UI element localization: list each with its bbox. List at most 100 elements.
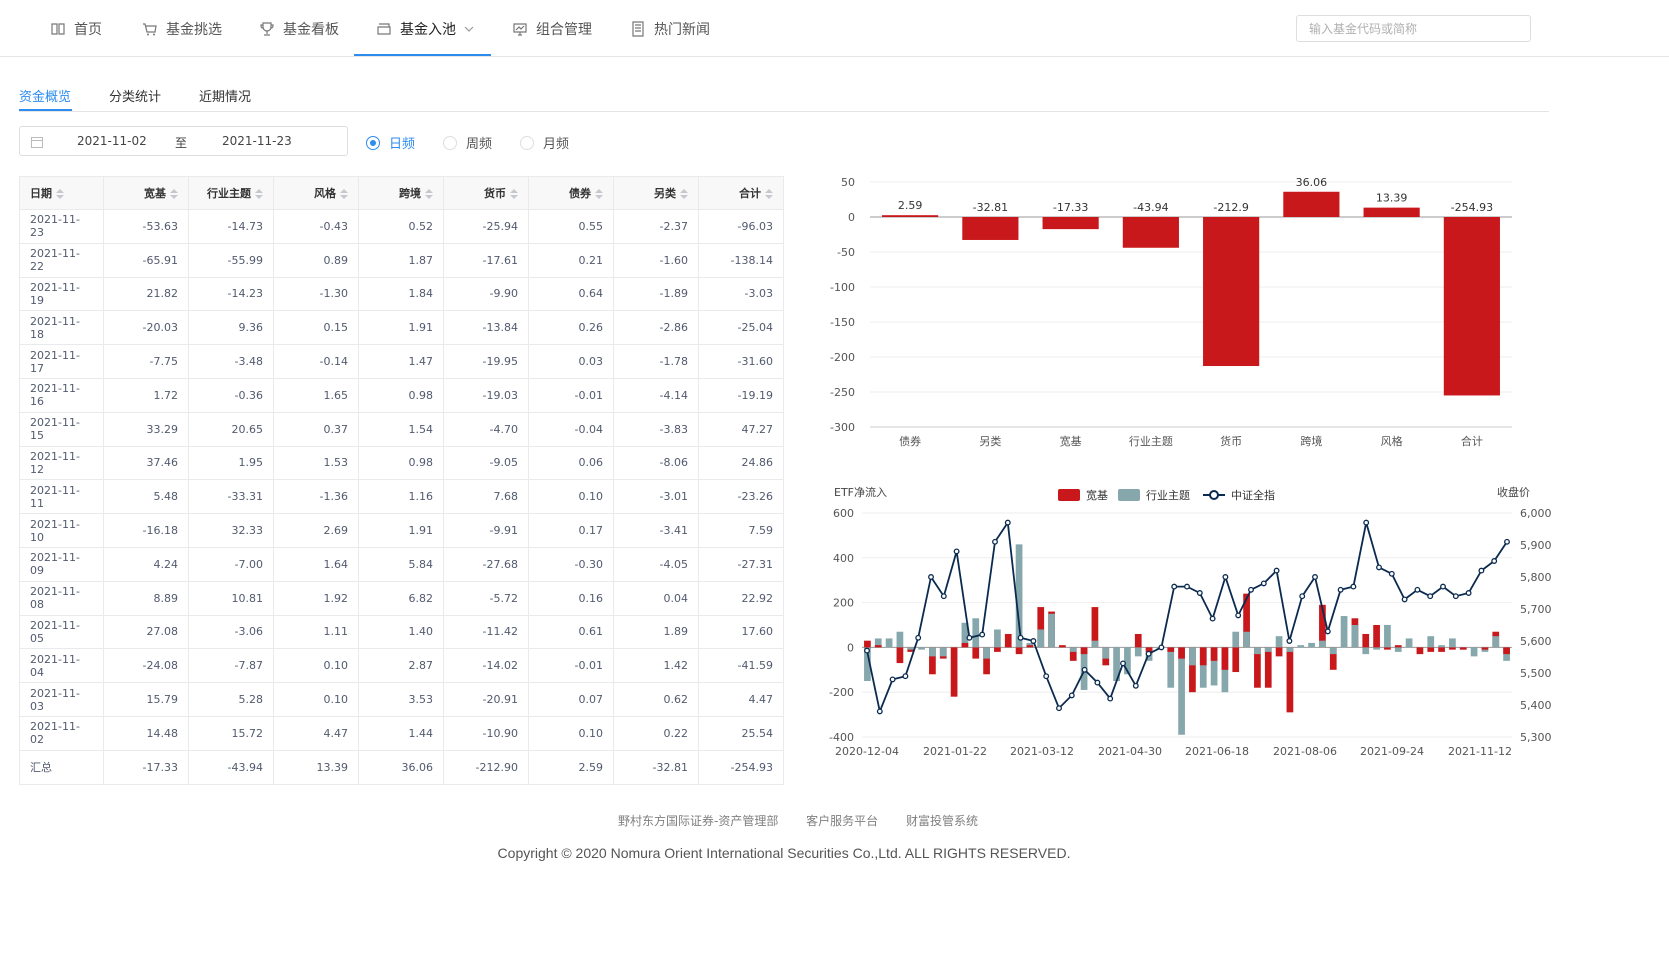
bar-industry (1134, 647, 1142, 657)
bar-broad-base (994, 647, 1001, 652)
bar-industry (1449, 638, 1456, 648)
value-cell: -9.90 (443, 276, 529, 312)
nav-home[interactable]: 首页 (50, 0, 102, 57)
nav-portfolio-management[interactable]: 组合管理 (512, 0, 592, 57)
bar-industry (1167, 647, 1175, 688)
index-point (1260, 580, 1267, 587)
sort-icon[interactable] (510, 189, 518, 199)
index-point (992, 538, 998, 545)
index-point (1158, 644, 1165, 651)
x-tick-label: 2020-12-04 (835, 745, 899, 758)
footer-link-asset-management[interactable]: 野村东方国际证券-资产管理部 (618, 814, 778, 828)
value-cell: 6.82 (358, 580, 444, 616)
sort-icon[interactable] (680, 189, 688, 199)
nav-label: 基金挑选 (166, 21, 222, 38)
value-cell: -138.14 (698, 242, 784, 278)
footer-link-customer-service[interactable]: 客户服务平台 (806, 814, 878, 828)
value-cell: 0.10 (528, 479, 614, 515)
index-point (1414, 586, 1421, 593)
value-cell: 2.59 (528, 749, 614, 785)
column-header[interactable]: 日期 (19, 176, 104, 210)
column-header[interactable]: 风格 (273, 176, 359, 210)
column-header[interactable]: 货币 (443, 176, 529, 210)
value-cell: 0.55 (528, 209, 614, 244)
index-point (1312, 574, 1318, 580)
end-date[interactable]: 2021-11-23 (222, 134, 292, 148)
value-cell: -19.19 (698, 377, 784, 413)
value-cell: 1.47 (358, 344, 444, 379)
bar-industry (1438, 645, 1445, 648)
table-row: 2021-11-17 -7.75 -3.48 -0.14 1.47 -19.95 0.03-… (19, 344, 784, 379)
nav-fund-board[interactable]: 基金看板 (259, 0, 339, 57)
fund-search-input[interactable] (1296, 15, 1531, 42)
sort-icon[interactable] (56, 189, 64, 199)
bar-value-label: -254.93 (1451, 201, 1493, 214)
y-tick-label: -400 (829, 731, 854, 744)
bar (1203, 217, 1260, 367)
index-point (1491, 558, 1498, 564)
bar-broad-base (1481, 647, 1489, 650)
sort-icon[interactable] (340, 189, 348, 199)
x-tick-label: 跨境 (1300, 434, 1322, 448)
index-point (1273, 567, 1280, 574)
value-cell: 1.11 (273, 614, 359, 650)
tab-category-stats[interactable]: 分类统计 (109, 86, 161, 105)
date-range-picker[interactable]: 2021-11-02 至 2021-11-23 (19, 126, 348, 156)
legend-label: 行业主题 (1146, 489, 1190, 502)
nav-fund-selection[interactable]: 基金挑选 (142, 0, 222, 57)
column-header-label: 合计 (739, 187, 761, 200)
column-header[interactable]: 行业主题 (188, 176, 274, 210)
value-cell: 2.87 (358, 648, 444, 684)
value-cell: -20.03 (103, 310, 189, 346)
bar-industry (1286, 647, 1294, 652)
radio-weekly[interactable]: 周频 (443, 133, 492, 152)
index-point (1004, 519, 1011, 526)
bar-broad-base (1232, 647, 1240, 673)
start-date[interactable]: 2021-11-02 (77, 134, 147, 148)
value-cell: 0.15 (273, 310, 359, 346)
column-header[interactable]: 债券 (528, 176, 614, 210)
y-tick-label: -200 (829, 686, 854, 699)
x-tick-label: 另类 (979, 434, 1001, 448)
bar-broad-base (972, 647, 980, 659)
value-cell: 7.59 (698, 513, 784, 548)
bar-broad-base (1080, 647, 1088, 655)
cart-icon (143, 22, 157, 35)
index-point (928, 574, 934, 580)
column-header[interactable]: 宽基 (103, 176, 189, 210)
index-point (1504, 538, 1510, 545)
value-cell: -14.73 (188, 209, 274, 244)
sort-icon[interactable] (255, 189, 263, 199)
bar-industry (1329, 647, 1337, 655)
value-cell: 47.27 (698, 411, 784, 447)
sort-icon[interactable] (595, 189, 603, 199)
footer-link-wealth-system[interactable]: 财富投管系统 (906, 814, 978, 828)
y-tick-label: 600 (833, 507, 854, 520)
sort-icon[interactable] (170, 189, 178, 199)
tab-recent-situation[interactable]: 近期情况 (199, 86, 251, 105)
bar-broad-base (1134, 633, 1142, 648)
column-header[interactable]: 跨境 (358, 176, 444, 210)
radio-indicator (520, 135, 534, 150)
nav-hot-news[interactable]: 热门新闻 (630, 0, 710, 57)
nav-fund-pool[interactable]: 基金入池 (376, 0, 476, 57)
bar-industry (1232, 631, 1240, 648)
index-point (1427, 593, 1434, 600)
value-cell: 32.33 (188, 513, 274, 548)
sort-icon[interactable] (765, 189, 773, 199)
radio-daily[interactable]: 日频 (366, 133, 415, 152)
index-line (866, 520, 1508, 715)
value-cell: 1.89 (613, 614, 699, 650)
bar-broad-base (1416, 647, 1424, 655)
bar-industry (1373, 647, 1380, 650)
column-header[interactable]: 另类 (613, 176, 699, 210)
table-row: 2021-11-22 -65.91 -55.99 0.89 1.87 -17.61 0.21… (19, 242, 784, 278)
category-flow-bar-chart: 50 0 -50 -100 -150 -200 -250 -300 2.59 债券 -32.81 另类… (830, 176, 1512, 448)
radio-monthly[interactable]: 月频 (520, 133, 569, 152)
bar-industry (907, 647, 915, 650)
tab-capital-overview[interactable]: 资金概览 (19, 86, 71, 105)
sort-icon[interactable] (425, 189, 433, 199)
value-cell: -11.42 (443, 614, 529, 650)
value-cell: 1.72 (103, 377, 189, 413)
column-header[interactable]: 合计 (698, 176, 784, 210)
